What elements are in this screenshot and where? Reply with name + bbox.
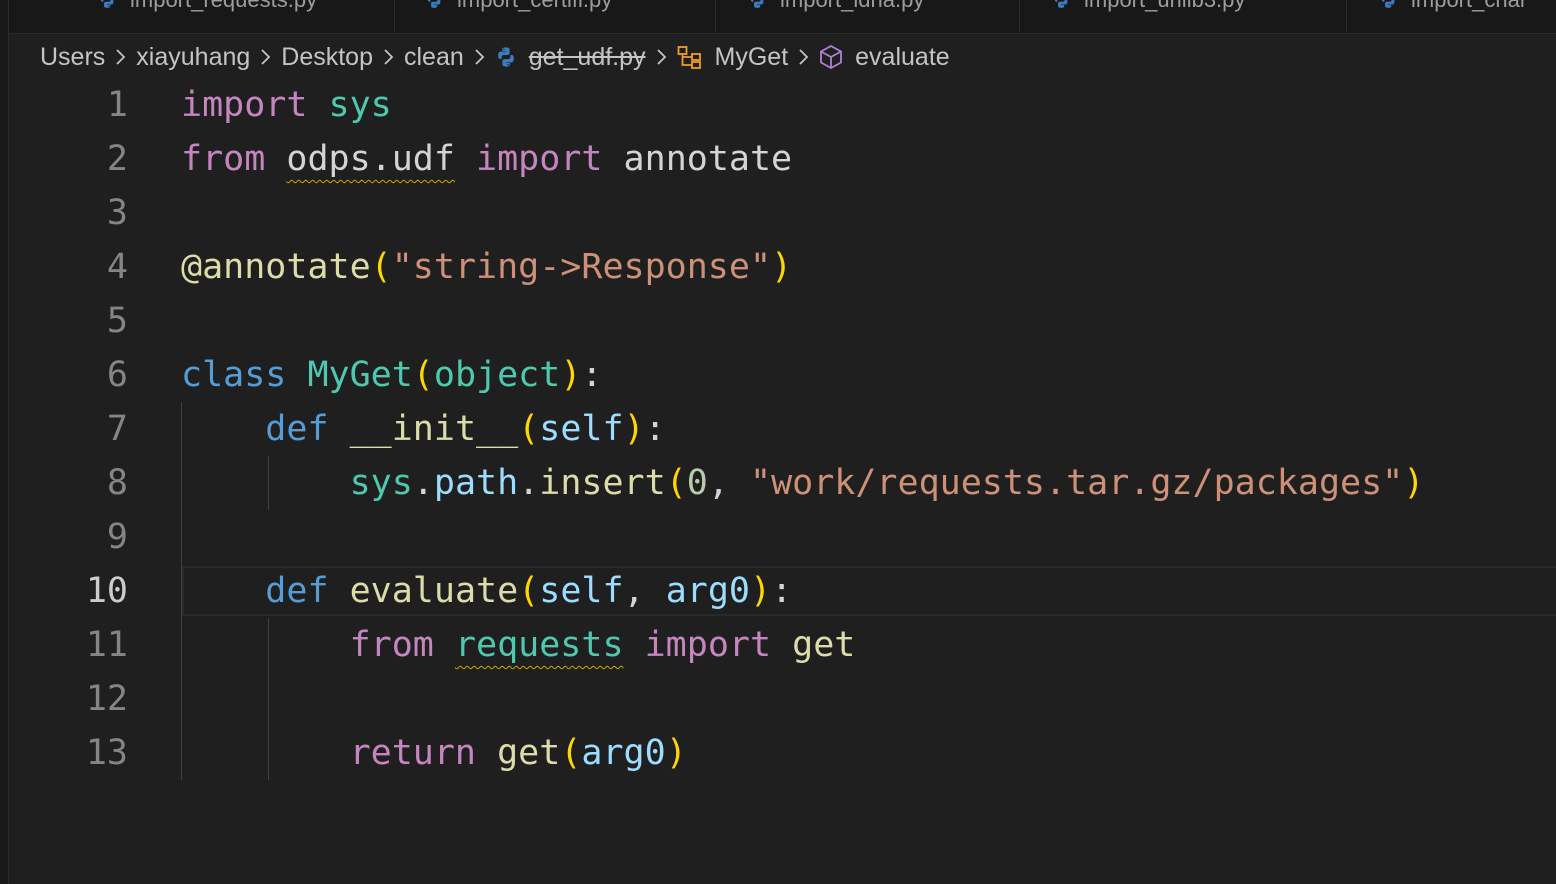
line-number: 7 <box>106 409 128 449</box>
chevron-right-icon <box>798 48 810 66</box>
code-text: from requests import get <box>349 625 856 665</box>
code-line: 12 <box>0 672 1556 726</box>
code-line: 9 <box>0 510 1556 564</box>
line-number: 13 <box>85 733 128 773</box>
code-line: 8 sys.path.insert(0, "work/requests.tar.… <box>0 456 1556 510</box>
code-line: 13 return get(arg0) <box>0 726 1556 780</box>
tab-label: import_urllib3.py <box>1084 0 1245 13</box>
method-cube-icon <box>819 44 843 70</box>
tab-label: import_certifi.py <box>457 0 612 13</box>
breadcrumb-folder[interactable]: clean <box>404 43 464 72</box>
code-line-current: 10 def evaluate(self, arg0): <box>0 564 1556 618</box>
tab-label: import_char <box>1411 0 1527 13</box>
tab-import-urllib3[interactable]: import_urllib3.py <box>1020 0 1347 32</box>
tab-import-char[interactable]: import_char <box>1347 0 1556 32</box>
code-text: def evaluate(self, arg0): <box>265 571 793 611</box>
breadcrumb-users[interactable]: Users <box>40 43 105 72</box>
breadcrumb-class-label: MyGet <box>714 42 789 71</box>
code-line: 11 from requests import get <box>0 618 1556 672</box>
python-file-icon <box>100 0 114 8</box>
python-file-icon <box>1054 0 1068 8</box>
line-number-active: 10 <box>85 571 128 611</box>
line-number: 11 <box>85 625 128 665</box>
code-text: from odps.udf import annotate <box>181 139 793 179</box>
breadcrumb-file-label: get_udf.py <box>528 42 646 71</box>
python-file-icon <box>495 46 517 68</box>
line-number: 4 <box>106 247 128 287</box>
chevron-right-icon <box>474 48 486 66</box>
code-line: 5 <box>0 294 1556 348</box>
chevron-right-icon <box>383 48 395 66</box>
editor-tab-bar: import_requests.py import_certifi.py imp… <box>0 0 1556 34</box>
line-number: 3 <box>106 193 128 233</box>
chevron-right-icon <box>115 48 127 66</box>
tab-label: import_idna.py <box>780 0 924 13</box>
breadcrumb-desktop[interactable]: Desktop <box>281 43 373 72</box>
unresolved-import-warning: requests <box>454 625 624 665</box>
code-text: class MyGet(object): <box>181 355 603 395</box>
code-line: 2 from odps.udf import annotate <box>0 132 1556 186</box>
unresolved-import-warning: odps.udf <box>286 139 455 179</box>
class-symbol-icon <box>677 45 703 69</box>
code-line: 4 @annotate("string->Response") <box>0 240 1556 294</box>
code-line: 3 <box>0 186 1556 240</box>
tab-import-certifi[interactable]: import_certifi.py <box>395 0 716 32</box>
python-file-icon <box>1381 0 1395 8</box>
code-text: @annotate("string->Response") <box>181 247 793 287</box>
code-line: 7 def __init__(self): <box>0 402 1556 456</box>
chevron-right-icon <box>656 48 668 66</box>
line-number: 6 <box>106 355 128 395</box>
line-number: 8 <box>106 463 128 503</box>
python-file-icon <box>750 0 764 8</box>
tab-import-idna[interactable]: import_idna.py <box>716 0 1020 32</box>
line-number: 1 <box>106 85 128 125</box>
breadcrumb-user[interactable]: xiayuhang <box>136 43 250 72</box>
breadcrumb-method-label: evaluate <box>855 42 950 71</box>
breadcrumb-file[interactable]: get_udf.py <box>495 43 646 72</box>
chevron-right-icon <box>260 48 272 66</box>
tab-label: import_requests.py <box>130 0 317 13</box>
line-number: 2 <box>106 139 128 179</box>
code-text: def __init__(self): <box>265 409 666 449</box>
code-editor[interactable]: 1 import sys 2 from odps.udf import anno… <box>0 78 1556 884</box>
code-text: return get(arg0) <box>349 733 687 773</box>
breadcrumb-class[interactable]: MyGet <box>677 42 789 72</box>
code-line: 1 import sys <box>0 78 1556 132</box>
tab-import-requests[interactable]: import_requests.py <box>36 0 395 32</box>
python-file-icon <box>427 0 441 8</box>
code-text: sys.path.insert(0, "work/requests.tar.gz… <box>349 463 1425 503</box>
line-number: 9 <box>106 517 128 557</box>
breadcrumb-method[interactable]: evaluate <box>819 43 950 72</box>
code-text: import sys <box>181 85 392 125</box>
line-number: 5 <box>106 301 128 341</box>
line-number: 12 <box>85 679 128 719</box>
code-line: 6 class MyGet(object): <box>0 348 1556 402</box>
breadcrumb: Users xiayuhang Desktop clean get_udf.py… <box>40 38 950 76</box>
